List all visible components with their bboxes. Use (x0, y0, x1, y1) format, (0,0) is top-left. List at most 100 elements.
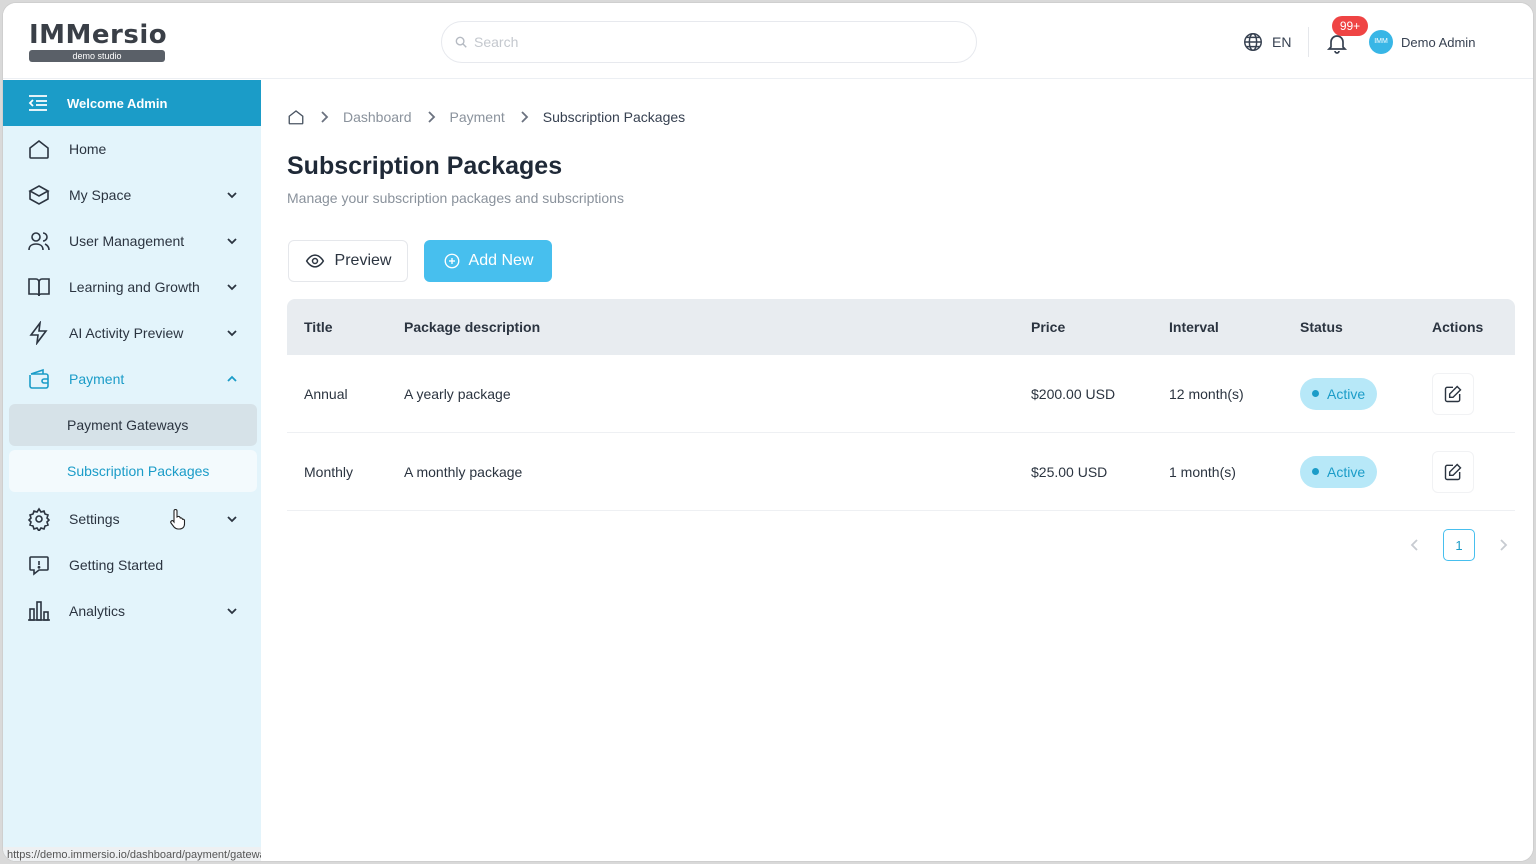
chevron-right-icon (319, 110, 329, 124)
chevron-down-icon (227, 608, 237, 615)
status-badge: Active (1300, 377, 1378, 410)
chevron-up-icon (227, 375, 237, 382)
search-icon (455, 36, 467, 48)
hand-pointer-icon (170, 509, 186, 530)
cell-actions (1432, 433, 1474, 510)
chevron-down-icon (227, 192, 237, 199)
plus-circle-icon (444, 253, 459, 269)
avatar: IMM (1369, 30, 1393, 54)
notification-badge: 99+ (1332, 16, 1368, 36)
next-page-button[interactable] (1489, 529, 1517, 561)
user-menu[interactable]: IMM Demo Admin (1369, 30, 1475, 54)
sidebar-item-getting-started[interactable]: Getting Started (3, 542, 261, 588)
column-header-status: Status (1300, 319, 1343, 335)
chevron-down-icon (227, 516, 237, 523)
cell-status: Active (1300, 355, 1378, 432)
app-window: IMMersio demo studio EN 99+ IMM Demo Adm… (2, 2, 1534, 862)
sidebar-item-label: Getting Started (69, 557, 164, 573)
logo-tagline: demo studio (29, 50, 165, 62)
home-icon[interactable] (287, 108, 305, 126)
status-badge: Active (1300, 455, 1378, 488)
pagination: 1 (1401, 529, 1517, 561)
sidebar-item-label: Learning and Growth (69, 279, 200, 295)
sidebar-item-payment[interactable]: Payment (3, 356, 261, 402)
logo-text: IMMersio (29, 20, 168, 50)
sidebar-subitem-subscription-packages[interactable]: Subscription Packages (9, 450, 257, 492)
edit-button[interactable] (1432, 372, 1474, 415)
sidebar-item-learning[interactable]: Learning and Growth (3, 264, 261, 310)
language-selector[interactable]: EN (1242, 31, 1291, 53)
sidebar-item-ai-activity[interactable]: AI Activity Preview (3, 310, 261, 356)
cell-title: Annual (304, 385, 348, 402)
cell-price: $200.00 USD (1031, 385, 1116, 402)
page-number-button[interactable]: 1 (1443, 529, 1475, 561)
table-header: Title Package description Price Interval… (287, 299, 1515, 355)
bar-chart-icon (27, 599, 51, 623)
column-header-actions: Actions (1432, 319, 1484, 335)
chevron-down-icon (227, 330, 237, 337)
edit-icon (1444, 462, 1462, 480)
chevron-right-icon (519, 110, 529, 124)
sidebar-subitem-label: Subscription Packages (67, 463, 210, 479)
cell-status: Active (1300, 433, 1378, 510)
globe-icon (1244, 33, 1262, 51)
logo[interactable]: IMMersio demo studio (29, 21, 169, 63)
sidebar-item-label: Analytics (69, 603, 126, 619)
sidebar-item-my-space[interactable]: My Space (3, 172, 261, 218)
sidebar-item-user-management[interactable]: User Management (3, 218, 261, 264)
preview-label: Preview (334, 252, 392, 269)
status-dot (1312, 468, 1319, 475)
breadcrumb-dashboard[interactable]: Dashboard (343, 109, 412, 125)
cell-title: Monthly (304, 463, 354, 480)
book-icon (27, 275, 51, 299)
users-icon (27, 229, 51, 253)
sidebar: Welcome Admin Home My Space User Managem… (3, 80, 261, 861)
chevron-down-icon (227, 284, 237, 291)
page-title: Subscription Packages (287, 152, 563, 180)
sidebar-welcome[interactable]: Welcome Admin (3, 80, 261, 126)
chevron-right-icon (1500, 539, 1508, 551)
sidebar-item-settings[interactable]: Settings (3, 496, 261, 542)
cell-interval: 1 month(s) (1169, 463, 1236, 480)
breadcrumb-current: Subscription Packages (542, 109, 686, 125)
home-icon (27, 137, 51, 161)
status-label: Active (1327, 463, 1366, 480)
sidebar-item-label: My Space (69, 187, 132, 203)
add-new-label: Add New (468, 252, 534, 269)
wallet-icon (27, 367, 51, 391)
preview-button[interactable]: Preview (288, 240, 408, 282)
sidebar-item-home[interactable]: Home (3, 126, 261, 172)
sidebar-item-label: Payment (69, 371, 125, 387)
search-box[interactable] (441, 21, 977, 63)
status-label: Active (1327, 385, 1366, 402)
chevron-down-icon (227, 238, 237, 245)
cell-description: A yearly package (404, 385, 511, 402)
prev-page-button[interactable] (1401, 529, 1429, 561)
sidebar-subitem-payment-gateways[interactable]: Payment Gateways (9, 404, 257, 446)
chevron-left-icon (1410, 539, 1418, 551)
cell-description: A monthly package (404, 463, 523, 480)
cell-actions (1432, 355, 1474, 432)
search-input[interactable] (474, 34, 954, 50)
edit-button[interactable] (1432, 450, 1474, 493)
column-header-price: Price (1031, 319, 1066, 335)
gear-icon (27, 507, 51, 531)
menu-collapse-icon[interactable] (27, 94, 49, 112)
sidebar-subitem-label: Payment Gateways (67, 417, 189, 433)
breadcrumb: Dashboard Payment Subscription Packages (287, 108, 685, 126)
top-bar: IMMersio demo studio EN 99+ IMM Demo Adm… (3, 3, 1533, 79)
column-header-interval: Interval (1169, 319, 1219, 335)
sidebar-item-analytics[interactable]: Analytics (3, 588, 261, 634)
packages-table: Title Package description Price Interval… (287, 299, 1515, 511)
column-header-title: Title (304, 319, 333, 335)
user-name: Demo Admin (1401, 34, 1476, 50)
sidebar-item-label: Settings (69, 511, 120, 527)
cell-price: $25.00 USD (1031, 463, 1108, 480)
header-divider (1308, 27, 1309, 57)
status-dot (1312, 390, 1319, 397)
add-new-button[interactable]: Add New (424, 240, 552, 282)
chevron-right-icon (426, 110, 436, 124)
table-row: Monthly A monthly package $25.00 USD 1 m… (287, 433, 1515, 511)
breadcrumb-payment[interactable]: Payment (450, 109, 505, 125)
main-content: Dashboard Payment Subscription Packages … (261, 80, 1533, 861)
